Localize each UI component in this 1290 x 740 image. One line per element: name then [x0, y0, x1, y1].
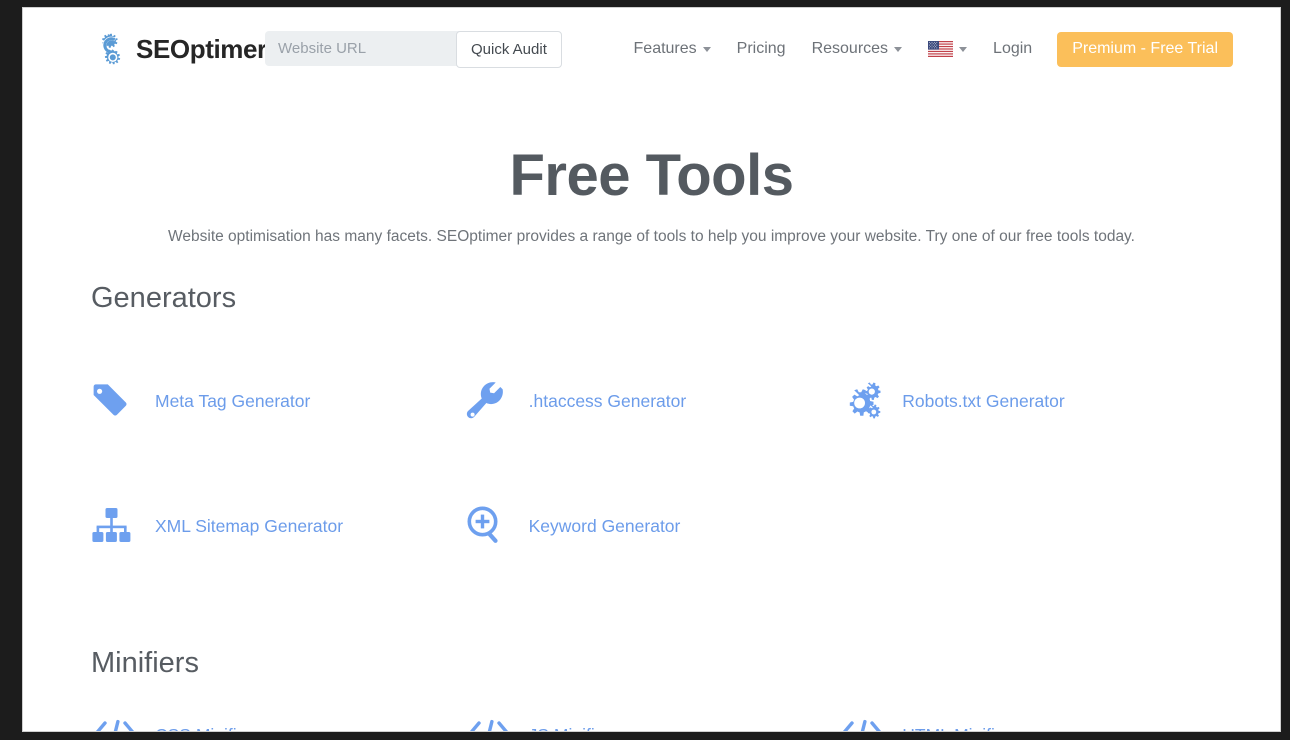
minifiers-section: Minifiers CSS Minifier: [23, 589, 1280, 731]
tool-htaccess-generator[interactable]: .htaccess Generator: [465, 339, 839, 464]
tool-keyword-generator[interactable]: Keyword Generator: [465, 464, 839, 589]
section-title-minifiers: Minifiers: [91, 589, 1212, 680]
tool-js-minifier[interactable]: JS Minifier: [465, 704, 839, 731]
premium-free-trial-button[interactable]: Premium - Free Trial: [1057, 32, 1233, 67]
logo-text: SEOptimer: [136, 34, 267, 65]
tool-label: Meta Tag Generator: [155, 391, 310, 412]
search-plus-icon: [465, 504, 521, 548]
wrench-icon: [465, 379, 521, 423]
minifiers-tool-grid: CSS Minifier JS Minifier: [91, 680, 1212, 731]
nav-item-features[interactable]: Features: [634, 40, 711, 58]
nav-item-login[interactable]: Login: [993, 40, 1032, 58]
tool-label: .htaccess Generator: [529, 391, 687, 412]
tool-xml-sitemap-generator[interactable]: XML Sitemap Generator: [91, 464, 465, 589]
sitemap-icon: [91, 504, 147, 548]
site-logo[interactable]: SEOptimer: [91, 26, 267, 72]
gears-logo-icon: [91, 29, 131, 69]
nav-item-resources[interactable]: Resources: [812, 40, 902, 58]
tag-icon: [91, 379, 147, 423]
tool-label: CSS Minifier: [155, 725, 252, 731]
gears-icon: [838, 379, 894, 423]
chevron-down-icon: [703, 47, 711, 52]
browser-frame: SEOptimer Quick Audit Features Pricing R…: [0, 0, 1290, 740]
generators-tool-grid: Meta Tag Generator .htaccess Generator: [91, 315, 1212, 589]
section-title-generators: Generators: [91, 246, 1212, 315]
nav-label-login: Login: [993, 40, 1032, 58]
nav-item-pricing[interactable]: Pricing: [737, 40, 786, 58]
tool-label: Keyword Generator: [529, 516, 681, 537]
tool-label: HTML Minifier: [902, 725, 1010, 731]
main-navigation: Features Pricing Resources: [634, 26, 1233, 72]
code-icon: [91, 714, 147, 731]
code-icon: [465, 714, 521, 731]
tool-robots-txt-generator[interactable]: Robots.txt Generator: [838, 339, 1212, 464]
page-title: Free Tools: [23, 90, 1280, 207]
chevron-down-icon: [894, 47, 902, 52]
website-url-input[interactable]: [265, 31, 471, 66]
generators-section: Generators Meta Tag Generator: [23, 246, 1280, 589]
tool-label: JS Minifier: [529, 725, 611, 731]
tool-html-minifier[interactable]: HTML Minifier: [838, 704, 1212, 731]
code-icon: [838, 714, 894, 731]
page-subtitle: Website optimisation has many facets. SE…: [23, 207, 1280, 246]
tool-label: XML Sitemap Generator: [155, 516, 343, 537]
tool-css-minifier[interactable]: CSS Minifier: [91, 704, 465, 731]
site-header: SEOptimer Quick Audit Features Pricing R…: [23, 8, 1280, 90]
nav-label-pricing: Pricing: [737, 40, 786, 58]
tool-label: Robots.txt Generator: [902, 391, 1064, 412]
quick-audit-button[interactable]: Quick Audit: [456, 31, 562, 68]
tool-meta-tag-generator[interactable]: Meta Tag Generator: [91, 339, 465, 464]
page-canvas: SEOptimer Quick Audit Features Pricing R…: [23, 8, 1280, 731]
us-flag-icon: [928, 41, 953, 57]
chevron-down-icon: [959, 47, 967, 52]
nav-label-features: Features: [634, 40, 697, 58]
nav-label-resources: Resources: [812, 40, 888, 58]
language-selector[interactable]: [928, 41, 967, 57]
